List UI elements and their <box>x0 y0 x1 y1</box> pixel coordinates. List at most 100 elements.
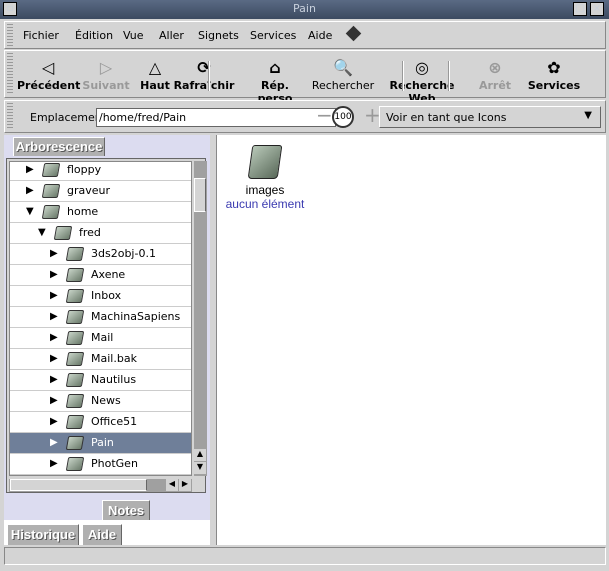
folder-icon <box>65 457 85 471</box>
tree-item[interactable]: ▶ Nautilus <box>10 370 191 391</box>
dropdown-arrow-icon: ▼ <box>584 110 592 121</box>
title-bar: ▫ Pain □ × <box>0 0 609 19</box>
toolbar-label: Précédent <box>17 79 81 92</box>
scroll-thumb[interactable] <box>10 479 147 491</box>
tree-item[interactable]: ▶ Mail <box>10 328 191 349</box>
tree-item[interactable]: ▶ graveur <box>10 181 191 202</box>
expand-arrow-icon[interactable]: ▶ <box>50 265 58 285</box>
expand-arrow-icon[interactable]: ▶ <box>50 349 58 369</box>
tree-item-label: home <box>67 205 99 218</box>
tree-item-label: Mail <box>91 331 114 344</box>
expand-arrow-icon[interactable]: ▶ <box>26 181 34 201</box>
collapse-arrow-icon[interactable]: ▼ <box>26 202 34 222</box>
expand-arrow-icon[interactable]: ▶ <box>50 244 58 264</box>
window-title: Pain <box>293 2 316 15</box>
folder-icon <box>53 226 73 240</box>
tree-item[interactable]: ▶ PhotGen <box>10 454 191 475</box>
home-button[interactable]: ⌂ Rép. perso <box>243 57 307 105</box>
collapse-arrow-icon[interactable]: ▼ <box>38 223 46 243</box>
tree-item-label: Nautilus <box>91 373 137 386</box>
expand-arrow-icon[interactable]: ▶ <box>50 328 58 348</box>
maximize-button[interactable]: □ <box>573 2 587 16</box>
gnome-diamond-icon[interactable] <box>345 25 362 42</box>
toolbar-label: Suivant <box>82 79 130 92</box>
view-mode-select[interactable]: Voir en tant que Icons ▼ <box>379 106 601 128</box>
tree-item[interactable]: ▶ 3ds2obj-0.1 <box>10 244 191 265</box>
home-icon: ⌂ <box>269 58 281 77</box>
menu-aller[interactable]: Aller <box>159 29 184 42</box>
expand-arrow-icon[interactable]: ▶ <box>50 433 58 453</box>
menu-bar: Fichier Édition Vue Aller Signets Services Aid… <box>4 21 606 49</box>
menu-fichier[interactable]: Fichier <box>23 29 59 42</box>
expand-arrow-icon[interactable]: ▶ <box>50 391 58 411</box>
scroll-down-button[interactable]: ▼ <box>194 462 206 474</box>
close-button[interactable]: × <box>590 2 604 16</box>
web-search-button[interactable]: ◎ Recherche Web <box>375 57 469 105</box>
scroll-left-button[interactable]: ◀ <box>166 479 178 491</box>
folder-name: images <box>245 183 285 197</box>
back-arrow-button[interactable]: ◁ Précédent <box>17 57 81 92</box>
scroll-thumb[interactable] <box>194 178 206 212</box>
folder-icon <box>41 163 61 177</box>
vertical-scrollbar[interactable]: ▲ ▼ <box>194 161 207 476</box>
status-bar <box>4 547 606 565</box>
expand-arrow-icon[interactable]: ▶ <box>50 370 58 390</box>
horizontal-scrollbar[interactable]: ◀ ▶ <box>9 479 192 492</box>
tree-item[interactable]: ▶ Office51 <box>10 412 191 433</box>
stop-button[interactable]: ⊗ Arrêt <box>475 57 515 92</box>
tab-notes[interactable]: Notes <box>102 500 150 520</box>
location-bar: Emplacement : − 100 + Voir en tant que I… <box>4 100 606 133</box>
forward-arrow-icon: ▷ <box>99 58 113 77</box>
menu-aide[interactable]: Aide <box>308 29 332 42</box>
up-arrow-button[interactable]: △ Haut <box>140 57 170 92</box>
location-input[interactable] <box>96 108 336 127</box>
tree-item-label: graveur <box>67 184 111 197</box>
search-button[interactable]: 🔍 Rechercher <box>311 57 375 92</box>
icon-view: images aucun élément <box>216 135 606 545</box>
folder-item-images[interactable]: images aucun élément <box>225 145 305 211</box>
tab-aide[interactable]: Aide <box>82 524 122 545</box>
expand-arrow-icon[interactable]: ▶ <box>50 286 58 306</box>
tree-item[interactable]: ▶ Pain <box>10 433 191 454</box>
tree-item[interactable]: ▼ home <box>10 202 191 223</box>
tree-item-label: Office51 <box>91 415 138 428</box>
tree-item[interactable]: ▶ Inbox <box>10 286 191 307</box>
zoom-level[interactable]: 100 <box>332 106 354 128</box>
folder-icon <box>65 373 85 387</box>
expand-arrow-icon[interactable]: ▶ <box>50 412 58 432</box>
folder-info: aucun élément <box>225 197 305 211</box>
expand-arrow-icon[interactable]: ▶ <box>26 162 34 180</box>
toolbar-label: Rechercher <box>311 79 375 92</box>
services-button[interactable]: ✿ Services <box>523 57 585 92</box>
expand-arrow-icon[interactable]: ▶ <box>50 454 58 474</box>
toolbar-label: Rafraîchir <box>173 79 235 92</box>
separator <box>208 61 210 91</box>
tree-item[interactable]: ▶ MachinaSapiens <box>10 307 191 328</box>
menu-édition[interactable]: Édition <box>75 29 113 42</box>
menu-signets[interactable]: Signets <box>198 29 239 42</box>
expand-arrow-icon[interactable]: ▶ <box>50 307 58 327</box>
tab-arborescence[interactable]: Arborescence <box>13 137 105 156</box>
forward-arrow-button[interactable]: ▷ Suivant <box>80 57 132 92</box>
tab-historique[interactable]: Historique <box>7 524 79 545</box>
scroll-up-button[interactable]: ▲ <box>194 449 206 461</box>
window-menu-button[interactable]: ▫ <box>3 2 17 16</box>
grip-handle[interactable] <box>7 24 13 46</box>
tree-view: ▶ floppy ▶ graveur ▼ home ▼ fred ▶ 3ds2obj-0.1 ▶ Ax… <box>9 161 192 476</box>
tree-item[interactable]: ▶ News <box>10 391 191 412</box>
menu-services[interactable]: Services <box>250 29 296 42</box>
tree-item-label: Mail.bak <box>91 352 137 365</box>
tree-item[interactable]: ▼ fred <box>10 223 191 244</box>
tree-item[interactable]: ▶ Axene <box>10 265 191 286</box>
scroll-right-button[interactable]: ▶ <box>179 479 191 491</box>
refresh-button[interactable]: ⟳ Rafraîchir <box>171 57 237 92</box>
tree-item[interactable]: ▶ Mail.bak <box>10 349 191 370</box>
zoom-out-button[interactable]: − <box>316 103 333 127</box>
folder-icon <box>65 394 85 408</box>
menu-vue[interactable]: Vue <box>123 29 144 42</box>
tree-item[interactable]: ▶ floppy <box>10 162 191 181</box>
grip-handle[interactable] <box>7 53 13 95</box>
sidebar: Arborescence ▶ floppy ▶ graveur ▼ home ▼ fred ▶ 3… <box>4 135 210 545</box>
grip-handle[interactable] <box>7 103 13 130</box>
folder-icon <box>65 247 85 261</box>
